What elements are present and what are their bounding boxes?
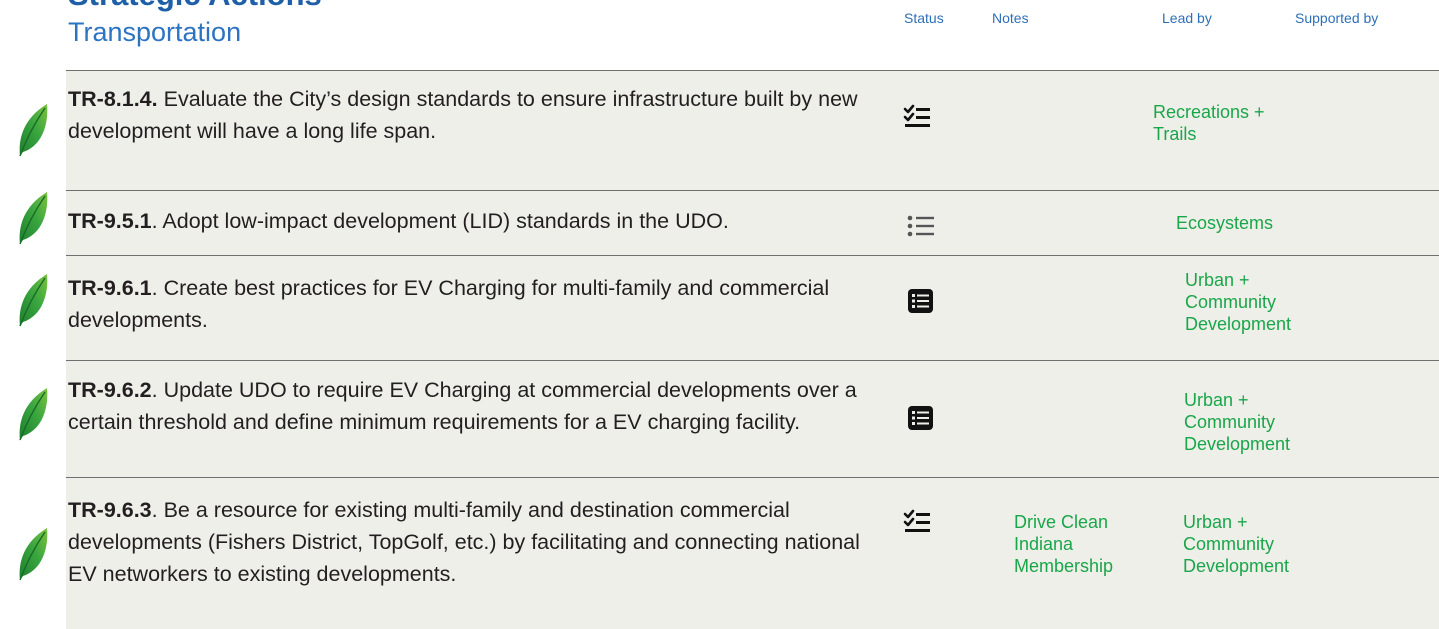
action-description: . Create best practices for EV Charging …: [68, 276, 830, 332]
action-code: TR-8.1.4.: [68, 87, 158, 111]
action-code: TR-9.5.1: [68, 209, 152, 233]
table-row: TR-9.6.3. Be a resource for existing mul…: [66, 477, 1439, 629]
action-code: TR-9.6.1: [68, 276, 152, 300]
action-code: TR-9.6.3: [68, 498, 152, 522]
actions-table: TR-8.1.4. Evaluate the City’s design sta…: [66, 70, 1439, 629]
column-header-notes: Notes: [992, 10, 1029, 26]
action-text: TR-9.6.2. Update UDO to require EV Charg…: [68, 374, 898, 438]
action-description: . Adopt low-impact development (LID) sta…: [151, 209, 729, 233]
leaf-icon: [19, 528, 48, 581]
lead-department: Urban + Community Development: [1185, 270, 1292, 334]
checklist-icon: [903, 104, 930, 127]
leaf-icon: [19, 274, 48, 327]
action-description: . Update UDO to require EV Charging at c…: [68, 378, 857, 434]
leaf-icon: [19, 104, 48, 157]
page-heading: Strategic Actions Transportation: [68, 0, 322, 48]
page-subtitle: Transportation: [68, 17, 242, 47]
page-title: Strategic Actions: [68, 0, 322, 12]
column-header-lead: Lead by: [1162, 10, 1212, 26]
action-text: TR-9.5.1. Adopt low-impact development (…: [68, 205, 888, 237]
table-row: TR-9.6.1. Create best practices for EV C…: [66, 255, 1439, 360]
table-row: TR-9.6.2. Update UDO to require EV Charg…: [66, 360, 1439, 477]
list-box-icon: [908, 289, 933, 313]
lead-department: Urban + Community Development: [1184, 390, 1291, 454]
leaf-icon: [19, 192, 48, 245]
action-description: . Be a resource for existing multi-famil…: [68, 498, 860, 586]
lead-department: Ecosystems: [1176, 213, 1274, 233]
lead-department: Urban + Community Development: [1183, 512, 1290, 576]
table-row: TR-9.5.1. Adopt low-impact development (…: [66, 190, 1439, 255]
action-text: TR-9.6.3. Be a resource for existing mul…: [68, 494, 868, 590]
list-box-icon: [908, 406, 933, 430]
action-text: TR-8.1.4. Evaluate the City’s design sta…: [68, 83, 868, 147]
action-text: TR-9.6.1. Create best practices for EV C…: [68, 272, 858, 336]
lead-department: Recreations + Trails: [1153, 102, 1265, 144]
action-description: Evaluate the City’s design standards to …: [68, 87, 858, 143]
column-header-supported: Supported by: [1295, 10, 1379, 26]
column-header-status: Status: [904, 10, 944, 26]
checklist-icon: [903, 509, 930, 532]
table-row: TR-8.1.4. Evaluate the City’s design sta…: [66, 70, 1439, 190]
leaf-icon: [19, 388, 48, 441]
list-icon: [907, 215, 934, 237]
action-code: TR-9.6.2: [68, 378, 152, 402]
notes-text: Drive Clean Indiana Membership: [1014, 512, 1114, 576]
